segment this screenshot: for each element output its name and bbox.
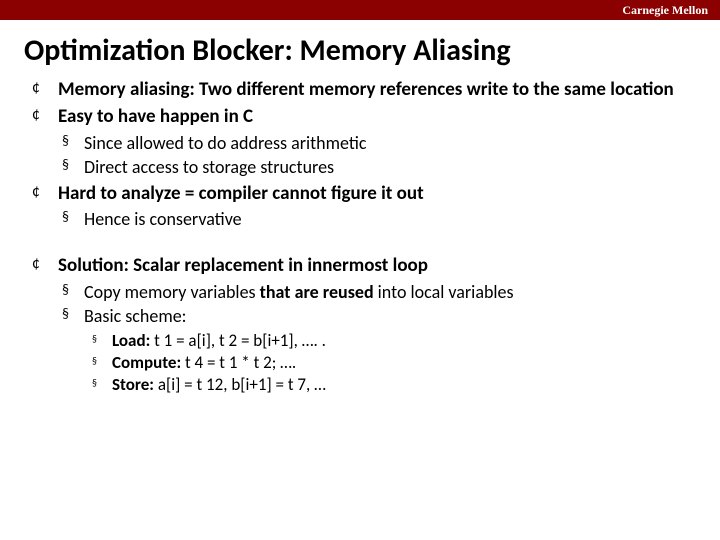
bullet-l3: § Load: t 1 = a[i], t 2 = b[i+1], …. . — [92, 330, 696, 351]
bullet-text: Since allowed to do address arithmetic — [84, 132, 696, 155]
ring-icon: ¢ — [32, 105, 58, 129]
bullet-text: Load: t 1 = a[i], t 2 = b[i+1], …. . — [112, 330, 696, 351]
ring-icon: ¢ — [32, 254, 58, 278]
text-part: t 4 = t 1 * t 2; …. — [181, 352, 296, 373]
square-small-icon: § — [92, 374, 112, 395]
bullet-l3: § Compute: t 4 = t 1 * t 2; …. — [92, 352, 696, 373]
square-small-icon: § — [92, 352, 112, 373]
bullet-l1: ¢ Easy to have happen in C — [32, 105, 696, 129]
bullet-text: Hence is conservative — [84, 208, 696, 231]
bullet-l1: ¢ Hard to analyze = compiler cannot figu… — [32, 182, 696, 206]
text-bold: Load: — [112, 330, 150, 351]
spacer — [32, 233, 696, 251]
bullet-text: Hard to analyze = compiler cannot figure… — [58, 182, 696, 206]
text-bold: Compute: — [112, 352, 181, 373]
ring-icon: ¢ — [32, 78, 58, 102]
content: ¢ Memory aliasing: Two different memory … — [0, 78, 720, 395]
text-part: Copy memory variables — [84, 281, 260, 303]
bullet-text: Basic scheme: — [84, 305, 696, 328]
bullet-l1: ¢ Memory aliasing: Two different memory … — [32, 78, 696, 102]
bullet-text: Memory aliasing: Two different memory re… — [58, 78, 696, 102]
slide: Carnegie Mellon Optimization Blocker: Me… — [0, 0, 720, 540]
text-bold: Store: — [112, 374, 154, 395]
topbar: Carnegie Mellon — [0, 0, 720, 20]
bullet-l2: § Since allowed to do address arithmetic — [62, 132, 696, 155]
square-icon: § — [62, 208, 84, 231]
ring-icon: ¢ — [32, 182, 58, 206]
bullet-text: Store: a[i] = t 12, b[i+1] = t 7, … — [112, 374, 696, 395]
square-icon: § — [62, 281, 84, 304]
bullet-text: Copy memory variables that are reused in… — [84, 281, 696, 304]
text-part: a[i] = t 12, b[i+1] = t 7, … — [154, 374, 326, 395]
square-icon: § — [62, 305, 84, 328]
bullet-l3: § Store: a[i] = t 12, b[i+1] = t 7, … — [92, 374, 696, 395]
bullet-l2: § Basic scheme: — [62, 305, 696, 328]
square-icon: § — [62, 132, 84, 155]
bullet-text: Direct access to storage structures — [84, 156, 696, 179]
text-part: into local variables — [374, 281, 514, 303]
bullet-l1: ¢ Solution: Scalar replacement in innerm… — [32, 254, 696, 278]
bullet-l2: § Copy memory variables that are reused … — [62, 281, 696, 304]
bullet-text: Solution: Scalar replacement in innermos… — [58, 254, 696, 278]
bullet-text: Compute: t 4 = t 1 * t 2; …. — [112, 352, 696, 373]
square-small-icon: § — [92, 330, 112, 351]
bullet-text: Easy to have happen in C — [58, 105, 696, 129]
bullet-l2: § Hence is conservative — [62, 208, 696, 231]
text-part: t 1 = a[i], t 2 = b[i+1], …. . — [150, 330, 326, 351]
slide-title: Optimization Blocker: Memory Aliasing — [0, 20, 720, 75]
bullet-l2: § Direct access to storage structures — [62, 156, 696, 179]
square-icon: § — [62, 156, 84, 179]
brand: Carnegie Mellon — [622, 3, 708, 18]
text-bold: that are reused — [260, 281, 374, 303]
